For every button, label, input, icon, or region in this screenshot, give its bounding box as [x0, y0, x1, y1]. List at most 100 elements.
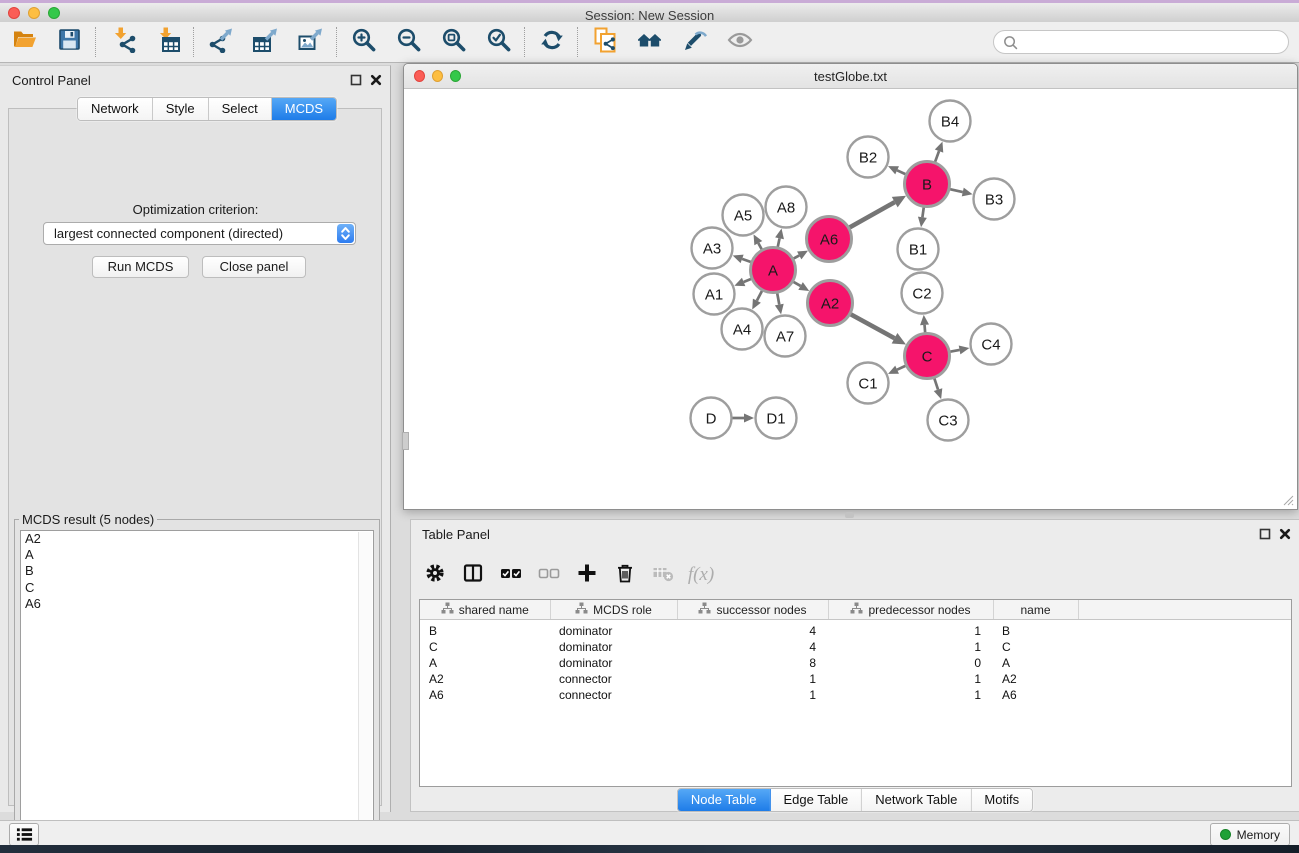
- table-cell[interactable]: A6: [420, 687, 550, 703]
- table-cell[interactable]: B: [420, 623, 550, 639]
- graph-edge-A-A1[interactable]: [734, 278, 751, 286]
- graph-node-A8[interactable]: A8: [766, 187, 807, 228]
- result-list-item[interactable]: B: [21, 563, 373, 579]
- memory-button[interactable]: Memory: [1210, 823, 1290, 846]
- table-cell[interactable]: connector: [550, 687, 677, 703]
- close-panel-button[interactable]: Close panel: [202, 256, 306, 278]
- zoom-fit-button[interactable]: [431, 24, 476, 60]
- tab-edge-table[interactable]: Edge Table: [770, 789, 862, 811]
- graph-edge-C-C4[interactable]: [950, 345, 969, 354]
- table-cell[interactable]: A: [993, 655, 1078, 671]
- table-cell[interactable]: 1: [677, 687, 828, 703]
- search-box[interactable]: [993, 30, 1289, 54]
- table-settings-gear-button[interactable]: [416, 558, 454, 592]
- table-row[interactable]: A2connector11A2: [420, 671, 1292, 687]
- graph-edge-A-A2[interactable]: [793, 282, 809, 291]
- table-cell[interactable]: 4: [677, 639, 828, 655]
- graph-node-B1[interactable]: B1: [898, 229, 939, 270]
- table-cell[interactable]: connector: [550, 671, 677, 687]
- result-list-item[interactable]: C: [21, 580, 373, 596]
- pen-eye-button[interactable]: [672, 24, 717, 60]
- graph-node-A4[interactable]: A4: [722, 309, 763, 350]
- column-header-predecessor-nodes[interactable]: predecessor nodes: [828, 600, 993, 620]
- tab-node-table[interactable]: Node Table: [678, 789, 771, 811]
- graph-node-A6[interactable]: A6: [807, 217, 852, 262]
- tab-style[interactable]: Style: [153, 98, 209, 120]
- graph-node-C[interactable]: C: [905, 334, 950, 379]
- graph-node-B2[interactable]: B2: [848, 137, 889, 178]
- result-scrollbar[interactable]: [358, 532, 372, 853]
- network-window-titlebar[interactable]: testGlobe.txt: [404, 64, 1297, 89]
- graph-edge-D-D1[interactable]: [733, 414, 755, 423]
- graph-node-D1[interactable]: D1: [756, 398, 797, 439]
- open-session-button[interactable]: [2, 24, 47, 60]
- column-header-successor-nodes[interactable]: successor nodes: [677, 600, 828, 620]
- result-list-item[interactable]: A2: [21, 531, 373, 547]
- float-panel-icon[interactable]: [350, 74, 362, 86]
- close-panel-icon[interactable]: [1279, 528, 1291, 540]
- window-edge-handle[interactable]: [402, 432, 409, 450]
- tab-motifs[interactable]: Motifs: [971, 789, 1032, 811]
- result-list-item[interactable]: A6: [21, 596, 373, 612]
- run-mcds-button[interactable]: Run MCDS: [92, 256, 189, 278]
- table-cell[interactable]: 1: [828, 623, 993, 639]
- function-builder-button[interactable]: f(x): [682, 558, 720, 592]
- zoom-out-button[interactable]: [386, 24, 431, 60]
- export-image-button[interactable]: [288, 24, 333, 60]
- search-input[interactable]: [1023, 32, 1288, 52]
- graph-edge-A2-C[interactable]: [851, 314, 906, 344]
- toggle-columns-button[interactable]: [454, 558, 492, 592]
- graph-edge-C-C1[interactable]: [888, 366, 906, 374]
- delete-column-button[interactable]: [644, 558, 682, 592]
- network-canvas[interactable]: B4B2BB3A5A8A6A3B1AA1C2A2A4A7C4CC1C3DD1: [404, 89, 1297, 509]
- task-history-button[interactable]: [9, 823, 39, 846]
- deselect-all-checks-button[interactable]: [530, 558, 568, 592]
- graph-edge-A-A6[interactable]: [794, 251, 808, 260]
- table-row[interactable]: Cdominator41C: [420, 639, 1292, 655]
- import-table-button[interactable]: [145, 24, 190, 60]
- graph-edge-B-B2[interactable]: [888, 166, 906, 174]
- graph-edge-A-A8[interactable]: [775, 229, 784, 247]
- graph-edge-C-C2[interactable]: [920, 315, 929, 333]
- export-table-button[interactable]: [243, 24, 288, 60]
- graph-node-C1[interactable]: C1: [848, 363, 889, 404]
- table-cell[interactable]: A6: [993, 687, 1078, 703]
- graph-node-B4[interactable]: B4: [930, 101, 971, 142]
- table-row[interactable]: Adominator80A: [420, 655, 1292, 671]
- column-header-MCDS-role[interactable]: MCDS role: [550, 600, 677, 620]
- graph-edge-B-B1[interactable]: [918, 207, 927, 227]
- table-row[interactable]: A6connector11A6: [420, 687, 1292, 703]
- table-cell[interactable]: 1: [828, 671, 993, 687]
- clone-network-button[interactable]: [582, 24, 627, 60]
- table-cell[interactable]: C: [420, 639, 550, 655]
- graph-edge-A6-B[interactable]: [849, 196, 906, 228]
- table-cell[interactable]: dominator: [550, 639, 677, 655]
- table-cell[interactable]: A2: [420, 671, 550, 687]
- table-cell[interactable]: dominator: [550, 655, 677, 671]
- mcds-result-list[interactable]: A2ABCA6: [20, 530, 374, 853]
- tab-select[interactable]: Select: [209, 98, 272, 120]
- result-list-item[interactable]: A: [21, 547, 373, 563]
- graph-edge-B-B3[interactable]: [950, 188, 973, 197]
- close-panel-icon[interactable]: [370, 74, 382, 86]
- graph-node-A2[interactable]: A2: [808, 281, 853, 326]
- column-header-name[interactable]: name: [993, 600, 1078, 620]
- refresh-button[interactable]: [529, 24, 574, 60]
- table-cell[interactable]: B: [993, 623, 1078, 639]
- table-cell[interactable]: 1: [828, 639, 993, 655]
- tab-mcds[interactable]: MCDS: [272, 98, 336, 120]
- graph-node-C2[interactable]: C2: [902, 273, 943, 314]
- graph-node-A1[interactable]: A1: [694, 274, 735, 315]
- graph-node-A3[interactable]: A3: [692, 228, 733, 269]
- table-cell[interactable]: 0: [828, 655, 993, 671]
- export-network-button[interactable]: [198, 24, 243, 60]
- first-neighbors-button[interactable]: [627, 24, 672, 60]
- table-row[interactable]: Bdominator41B: [420, 623, 1292, 639]
- graph-node-A5[interactable]: A5: [723, 195, 764, 236]
- import-network-button[interactable]: [100, 24, 145, 60]
- tab-network-table[interactable]: Network Table: [862, 789, 971, 811]
- graph-edge-A-A4[interactable]: [752, 291, 762, 310]
- graph-edge-A-A3[interactable]: [733, 255, 751, 263]
- table-cell[interactable]: A: [420, 655, 550, 671]
- table-cell[interactable]: A2: [993, 671, 1078, 687]
